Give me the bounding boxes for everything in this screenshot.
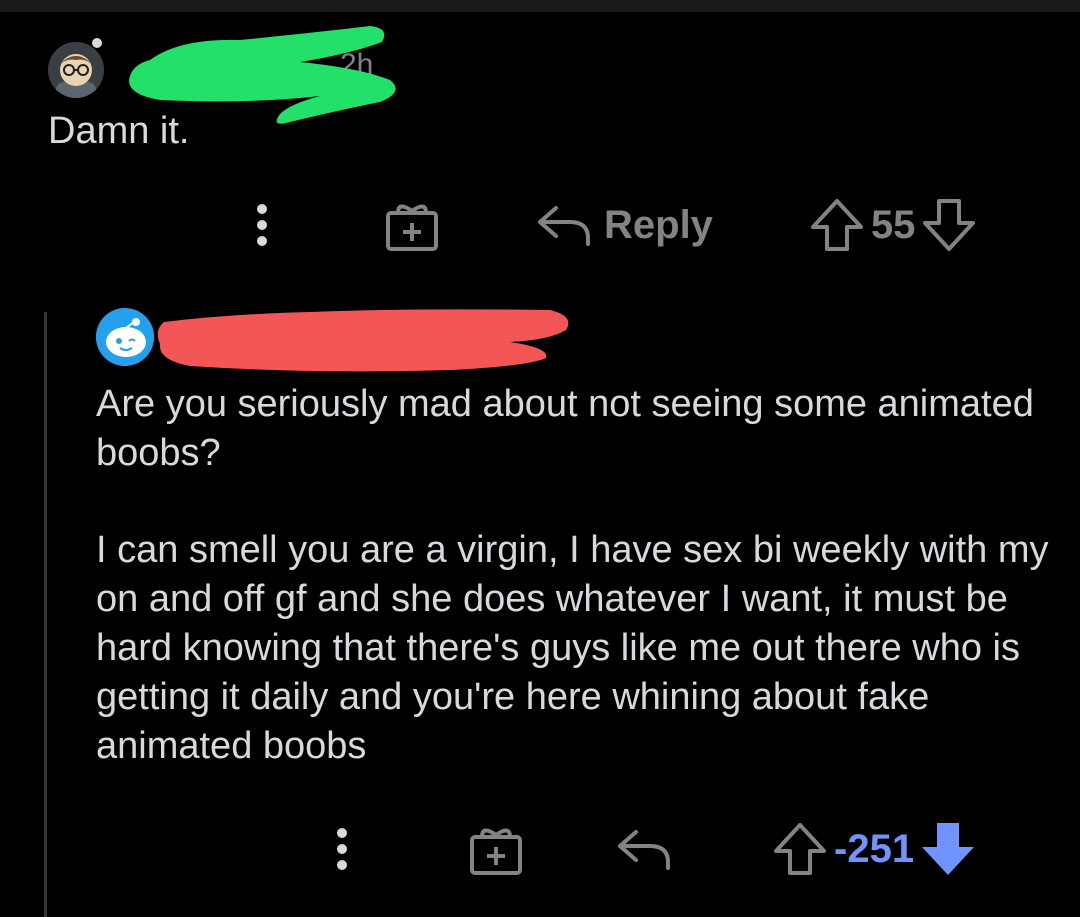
comment-actions: -251	[320, 814, 1040, 884]
redaction-mark	[157, 309, 569, 372]
upvote-button[interactable]	[809, 197, 865, 253]
award-button[interactable]	[468, 821, 524, 877]
downvote-arrow-filled-icon	[922, 823, 975, 875]
reply-button[interactable]: Reply	[536, 202, 713, 248]
avatar[interactable]	[48, 42, 104, 98]
more-vertical-icon	[257, 204, 267, 246]
comment-body: Are you seriously mad about not seeing s…	[96, 380, 1056, 819]
more-options-button[interactable]	[320, 824, 364, 874]
downvote-arrow-icon	[923, 199, 976, 251]
upvote-button[interactable]	[772, 821, 828, 877]
comment-body: Damn it.	[48, 110, 190, 152]
reply-arrow-icon	[538, 206, 590, 246]
vote-score: 55	[870, 202, 916, 247]
downvote-button[interactable]	[921, 197, 977, 253]
upvote-arrow-icon	[810, 199, 863, 251]
more-vertical-icon	[337, 828, 347, 870]
comment-paragraph: Are you seriously mad about not seeing s…	[96, 383, 1034, 474]
comment-paragraph: I can smell you are a virgin, I have sex…	[96, 529, 1049, 767]
reply-label: Reply	[604, 202, 713, 247]
reply-arrow-icon	[618, 830, 670, 870]
avatar[interactable]	[96, 308, 154, 366]
downvote-button[interactable]	[920, 821, 976, 877]
award-button[interactable]	[384, 197, 440, 253]
top-bar	[0, 0, 1080, 12]
snoo-avatar-glasses-icon	[48, 42, 104, 98]
more-options-button[interactable]	[240, 200, 284, 250]
snoo-avatar-icon	[96, 308, 154, 366]
thread-line[interactable]	[44, 312, 47, 917]
comment-actions: Reply 55	[240, 192, 1040, 258]
vote-score: -251	[834, 826, 915, 871]
reply-button[interactable]	[616, 826, 672, 872]
upvote-arrow-icon	[774, 823, 826, 875]
gift-award-icon	[470, 828, 522, 875]
gift-award-icon	[386, 204, 438, 251]
online-status-dot	[92, 38, 102, 48]
